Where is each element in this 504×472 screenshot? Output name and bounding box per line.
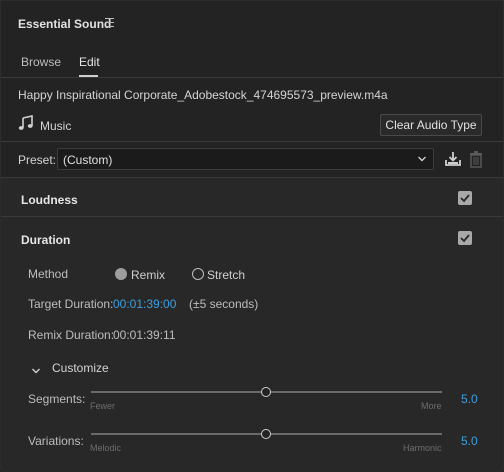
chevron-down-icon xyxy=(31,364,41,374)
save-preset-icon[interactable] xyxy=(444,150,462,168)
segments-min-label: Fewer xyxy=(90,401,116,411)
segments-max-label: More xyxy=(421,401,442,411)
variations-min-label: Melodic xyxy=(90,443,122,453)
loudness-section: Loudness xyxy=(1,178,503,216)
variations-slider-thumb[interactable] xyxy=(261,429,271,439)
loudness-checkbox[interactable] xyxy=(458,191,472,205)
audio-type-label: Music xyxy=(40,119,72,133)
trash-icon[interactable] xyxy=(468,150,484,168)
stretch-radio[interactable] xyxy=(192,268,204,280)
panel-header: Essential Sound xyxy=(1,1,503,45)
preset-label: Preset: xyxy=(18,153,57,167)
preset-dropdown[interactable]: (Custom) xyxy=(57,148,434,170)
essential-sound-panel: Essential Sound Browse Edit Happy Inspir… xyxy=(0,0,504,472)
variations-value[interactable]: 5.0 xyxy=(461,434,478,448)
clear-audio-type-button[interactable]: Clear Audio Type xyxy=(380,114,482,136)
variations-label: Variations: xyxy=(28,434,84,448)
stretch-radio-label[interactable]: Stretch xyxy=(207,268,245,282)
chevron-down-icon xyxy=(417,153,427,163)
tabs-divider xyxy=(1,77,503,78)
tab-bar: Browse Edit xyxy=(1,45,503,77)
clip-filename: Happy Inspirational Corporate_Adobestock… xyxy=(18,88,388,102)
remix-duration-label: Remix Duration: xyxy=(28,328,115,342)
music-note-icon xyxy=(18,115,34,131)
tab-edit[interactable]: Edit xyxy=(79,55,100,69)
variations-max-label: Harmonic xyxy=(403,443,442,453)
duration-title[interactable]: Duration xyxy=(21,233,70,247)
segments-label: Segments: xyxy=(28,392,86,406)
preset-row: Preset: (Custom) xyxy=(1,146,503,174)
target-duration-label: Target Duration: xyxy=(28,297,114,311)
method-label: Method xyxy=(28,267,69,281)
divider xyxy=(1,141,503,142)
preset-value: (Custom) xyxy=(63,153,113,167)
loudness-title[interactable]: Loudness xyxy=(21,193,78,207)
remix-duration-value: 00:01:39:11 xyxy=(113,328,176,342)
customize-label: Customize xyxy=(52,361,109,375)
checkmark-icon xyxy=(460,194,470,203)
audio-type-row: Music Clear Audio Type xyxy=(1,111,503,139)
target-tolerance: (±5 seconds) xyxy=(189,297,259,311)
target-duration-value[interactable]: 00:01:39:00 xyxy=(113,297,176,311)
duration-checkbox[interactable] xyxy=(458,231,472,245)
menu-icon[interactable] xyxy=(105,18,114,27)
remix-radio-label[interactable]: Remix xyxy=(131,268,165,282)
checkmark-icon xyxy=(460,234,470,243)
remix-radio[interactable] xyxy=(115,268,127,280)
segments-value[interactable]: 5.0 xyxy=(461,392,478,406)
tab-browse[interactable]: Browse xyxy=(21,55,61,69)
segments-slider-thumb[interactable] xyxy=(261,387,271,397)
panel-title: Essential Sound xyxy=(18,17,112,31)
